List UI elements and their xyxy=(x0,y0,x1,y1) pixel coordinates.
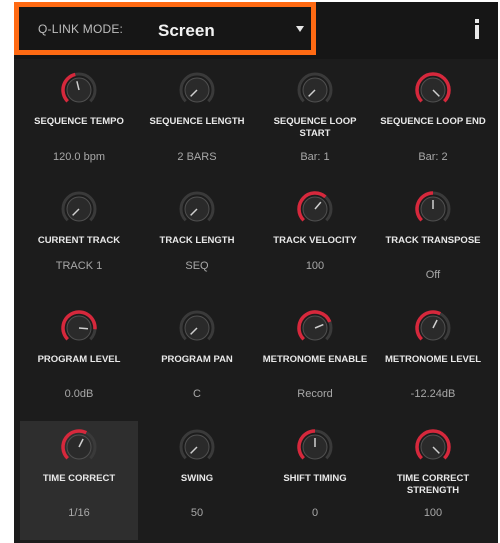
param-name: SHIFT TIMING xyxy=(283,473,347,484)
param-value: 100 xyxy=(423,507,443,519)
param-name: TRACK VELOCITY xyxy=(273,235,357,246)
knob-icon[interactable] xyxy=(295,308,335,348)
param-value: 1/16 xyxy=(68,507,90,519)
param-name: PROGRAM PAN xyxy=(161,354,233,365)
param-name: PROGRAM LEVEL xyxy=(37,354,121,365)
qlink-cell[interactable]: SEQUENCE LOOP START Bar: 1 xyxy=(256,64,374,183)
param-value: TRACK 1 xyxy=(55,260,103,272)
param-name: TRACK TRANSPOSE xyxy=(385,235,481,246)
param-name: METRONOME ENABLE xyxy=(262,354,368,365)
knob-icon[interactable] xyxy=(295,70,335,110)
knob-icon[interactable] xyxy=(413,189,453,229)
param-value: 0.0dB xyxy=(64,388,94,400)
param-value: 50 xyxy=(190,507,204,519)
knob-icon[interactable] xyxy=(59,189,99,229)
chevron-down-icon xyxy=(296,26,304,32)
info-icon-bar xyxy=(475,25,479,39)
param-value: 100 xyxy=(305,260,325,272)
param-name: SEQUENCE LOOP END xyxy=(380,116,486,127)
qlink-cell[interactable]: TIME CORRECT STRENGTH 100 xyxy=(374,421,492,540)
qlink-cell[interactable]: SEQUENCE LENGTH 2 BARS xyxy=(138,64,256,183)
qlink-cell[interactable]: SHIFT TIMING 0 xyxy=(256,421,374,540)
param-value: 0 xyxy=(311,507,319,519)
knob-icon[interactable] xyxy=(59,308,99,348)
param-name: TIME CORRECT xyxy=(42,473,116,484)
param-value: Bar: 2 xyxy=(418,151,448,163)
qlink-mode-value: Screen xyxy=(158,21,215,40)
qlink-mode-label: Q-LINK MODE: xyxy=(38,22,124,36)
qlink-cell[interactable]: PROGRAM LEVEL 0.0dB xyxy=(20,302,138,421)
param-name: SEQUENCE LENGTH xyxy=(149,116,245,127)
knob-icon[interactable] xyxy=(177,427,217,467)
param-value: 120.0 bpm xyxy=(53,151,105,163)
param-name: SWING xyxy=(180,473,214,484)
qlink-cell[interactable]: METRONOME ENABLE Record xyxy=(256,302,374,421)
param-value: SEQ xyxy=(185,260,209,272)
param-value: 2 BARS xyxy=(177,151,217,163)
knob-icon[interactable] xyxy=(295,189,335,229)
knob-icon[interactable] xyxy=(59,70,99,110)
param-value: Record xyxy=(297,388,333,400)
knob-icon[interactable] xyxy=(59,427,99,467)
param-value: Off xyxy=(425,269,441,281)
knob-icon[interactable] xyxy=(295,427,335,467)
param-name: CURRENT TRACK xyxy=(37,235,121,246)
knob-icon[interactable] xyxy=(413,427,453,467)
info-icon[interactable] xyxy=(470,16,484,42)
qlink-cell[interactable]: SEQUENCE TEMPO 120.0 bpm xyxy=(20,64,138,183)
param-name: SEQUENCE TEMPO xyxy=(34,116,124,127)
qlink-cell[interactable]: TIME CORRECT 1/16 xyxy=(20,421,138,540)
qlink-cell[interactable]: METRONOME LEVEL -12.24dB xyxy=(374,302,492,421)
knob-icon[interactable] xyxy=(177,70,217,110)
param-value: -12.24dB xyxy=(410,388,456,400)
info-icon-dot xyxy=(475,19,479,23)
qlink-cell[interactable]: TRACK VELOCITY 100 xyxy=(256,183,374,302)
qlink-mode-dropdown[interactable]: Screen xyxy=(148,14,310,48)
qlink-cell[interactable]: CURRENT TRACK TRACK 1 xyxy=(20,183,138,302)
param-name: TRACK LENGTH xyxy=(159,235,235,246)
knob-icon[interactable] xyxy=(413,308,453,348)
qlink-cell[interactable]: TRACK TRANSPOSE Off xyxy=(374,183,492,302)
knob-icon[interactable] xyxy=(413,70,453,110)
qlink-knob-grid: SEQUENCE TEMPO 120.0 bpm SEQUENCE LENGTH 2 … xyxy=(20,64,492,540)
param-name: METRONOME LEVEL xyxy=(384,354,482,365)
param-value: Bar: 1 xyxy=(300,151,330,163)
qlink-cell[interactable]: SEQUENCE LOOP END Bar: 2 xyxy=(374,64,492,183)
knob-icon[interactable] xyxy=(177,308,217,348)
knob-icon[interactable] xyxy=(177,189,217,229)
qlink-cell[interactable]: SWING 50 xyxy=(138,421,256,540)
qlink-cell[interactable]: PROGRAM PAN C xyxy=(138,302,256,421)
qlink-cell[interactable]: TRACK LENGTH SEQ xyxy=(138,183,256,302)
param-name: TIME CORRECT STRENGTH xyxy=(396,473,470,496)
param-name: SEQUENCE LOOP START xyxy=(273,116,357,139)
param-value: C xyxy=(193,388,201,400)
